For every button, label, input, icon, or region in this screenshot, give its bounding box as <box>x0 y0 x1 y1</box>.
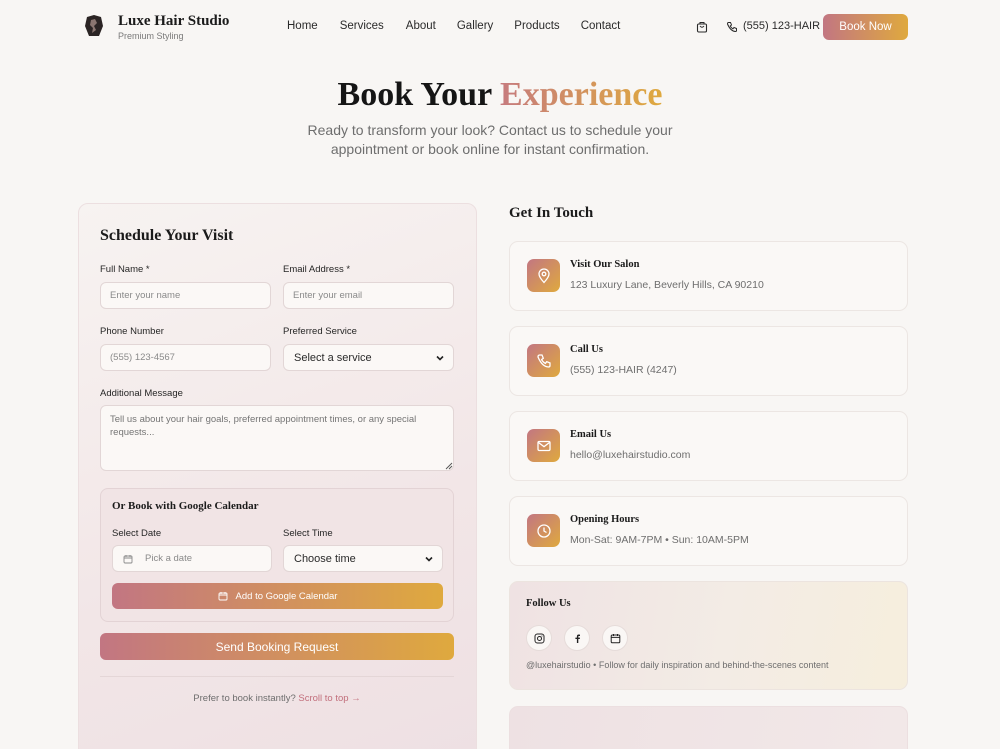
nav-about[interactable]: About <box>406 20 436 32</box>
calendar-icon <box>610 633 620 643</box>
mail-icon <box>527 429 560 462</box>
hero-subtitle: Ready to transform your look? Contact us… <box>307 122 673 157</box>
nav-home[interactable]: Home <box>287 20 318 32</box>
nav-contact[interactable]: Contact <box>581 20 621 32</box>
date-label: Select Date <box>112 528 162 539</box>
phone-icon <box>527 344 560 377</box>
calendar-icon <box>218 592 227 601</box>
follow-us-title: Follow Us <box>526 598 571 609</box>
get-in-touch-title: Get In Touch <box>509 205 594 221</box>
call-us-title: Call Us <box>570 344 603 355</box>
nav-gallery[interactable]: Gallery <box>457 20 493 32</box>
title-part-2: Experience <box>500 76 663 113</box>
brand-name[interactable]: Luxe Hair Studio <box>118 13 229 30</box>
instagram-button[interactable] <box>526 625 552 651</box>
opening-hours-card: Opening Hours Mon-Sat: 9AM-7PM • Sun: 10… <box>509 496 908 566</box>
date-picker-input[interactable]: Pick a date <box>112 545 272 572</box>
service-select[interactable]: Select a service <box>283 344 454 371</box>
opening-hours-title: Opening Hours <box>570 514 640 525</box>
page-title: Book Your Experience <box>0 76 1000 114</box>
shopping-bag-icon[interactable] <box>696 21 708 33</box>
visit-salon-address: 123 Luxury Lane, Beverly Hills, CA 90210 <box>570 279 764 291</box>
brand-tagline: Premium Styling <box>118 31 184 41</box>
message-label: Additional Message <box>100 388 183 399</box>
add-to-google-calendar-button[interactable]: Add to Google Calendar <box>112 583 443 609</box>
facebook-icon <box>574 634 580 643</box>
resize-handle-icon[interactable] <box>445 462 453 470</box>
email-us-address[interactable]: hello@luxehairstudio.com <box>570 449 690 461</box>
main-nav: Home Services About Gallery Products Con… <box>287 20 620 32</box>
header-phone[interactable]: (555) 123-HAIR <box>743 20 820 32</box>
logo-icon[interactable] <box>83 14 105 38</box>
chevron-down-icon <box>425 556 433 562</box>
form-title: Schedule Your Visit <box>100 227 234 244</box>
service-label: Preferred Service <box>283 326 357 337</box>
email-us-title: Email Us <box>570 429 612 440</box>
send-booking-request-button[interactable]: Send Booking Request <box>100 633 454 660</box>
email-label: Email Address * <box>283 264 351 275</box>
call-us-number[interactable]: (555) 123-HAIR (4247) <box>570 364 677 376</box>
email-us-card: Email Us hello@luxehairstudio.com <box>509 411 908 481</box>
opening-hours-text: Mon-Sat: 9AM-7PM • Sun: 10AM-5PM <box>570 534 749 546</box>
visit-salon-card: Visit Our Salon 123 Luxury Lane, Beverly… <box>509 241 908 311</box>
phone-icon <box>726 22 737 33</box>
instagram-icon <box>534 633 544 643</box>
date-placeholder: Pick a date <box>145 553 192 564</box>
gcal-button-label: Add to Google Calendar <box>235 590 338 602</box>
full-name-label: Full Name * <box>100 264 150 275</box>
map-pin-icon <box>527 259 560 292</box>
call-us-card: Call Us (555) 123-HAIR (4247) <box>509 326 908 396</box>
chevron-down-icon <box>436 355 444 361</box>
instant-booking-note: Prefer to book instantly? Scroll to top … <box>100 693 454 704</box>
time-select[interactable]: Choose time <box>283 545 443 572</box>
calendar-button[interactable] <box>602 625 628 651</box>
email-input[interactable] <box>283 282 454 309</box>
follow-us-text: @luxehairstudio • Follow for daily inspi… <box>526 660 829 670</box>
title-part-1: Book Your <box>337 76 492 113</box>
instant-text: Prefer to book instantly? <box>193 693 296 704</box>
phone-input[interactable] <box>100 344 271 371</box>
form-divider <box>100 676 454 677</box>
phone-label: Phone Number <box>100 326 164 337</box>
google-calendar-title: Or Book with Google Calendar <box>112 500 259 512</box>
clock-icon <box>527 514 560 547</box>
service-select-value: Select a service <box>294 351 372 364</box>
send-button-label: Send Booking Request <box>215 639 339 654</box>
scroll-to-top-link[interactable]: Scroll to top → <box>298 693 360 704</box>
map-card <box>509 706 908 749</box>
nav-products[interactable]: Products <box>514 20 559 32</box>
book-now-button[interactable]: Book Now <box>823 14 908 40</box>
facebook-button[interactable] <box>564 625 590 651</box>
full-name-input[interactable] <box>100 282 271 309</box>
time-select-value: Choose time <box>294 552 356 565</box>
message-textarea[interactable] <box>100 405 454 471</box>
time-label: Select Time <box>283 528 333 539</box>
nav-services[interactable]: Services <box>340 20 384 32</box>
calendar-icon <box>123 555 133 564</box>
visit-salon-title: Visit Our Salon <box>570 259 640 270</box>
site-header: Luxe Hair Studio Premium Styling Home Se… <box>0 0 1000 54</box>
